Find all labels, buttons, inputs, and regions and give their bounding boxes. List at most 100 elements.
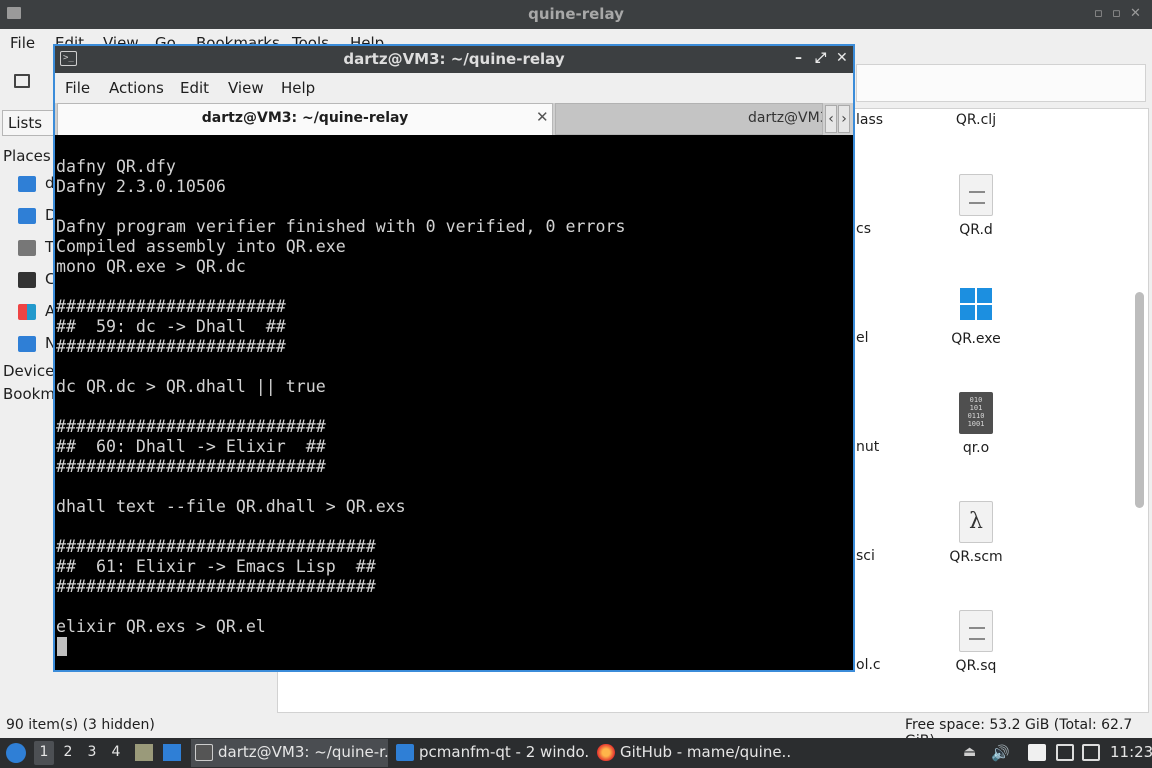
terminal-line: mono QR.exe > QR.dc (56, 257, 246, 276)
menu-help[interactable]: Help (281, 79, 315, 97)
tab-label: dartz@VM3: ~/quine-relay (201, 110, 409, 126)
file-view-scrollbar[interactable] (1135, 292, 1144, 508)
minimize-icon[interactable]: ▫ (1094, 6, 1103, 21)
maximize-icon[interactable]: ⤢ (815, 50, 826, 66)
bookmarks-header[interactable]: Bookm (3, 385, 55, 403)
home-folder-icon (18, 176, 36, 192)
path-bar[interactable] (856, 64, 1146, 102)
file-item[interactable]: 010 101 0110 1001 qr.o (928, 392, 1024, 456)
eject-icon[interactable]: ⏏ (963, 744, 981, 761)
terminal-line: ####################### (56, 337, 286, 356)
terminal-titlebar[interactable]: >_ dartz@VM3: ~/quine-relay – ⤢ ✕ (55, 46, 853, 73)
terminal-title: dartz@VM3: ~/quine-relay (343, 50, 565, 68)
clipboard-icon[interactable] (1028, 744, 1046, 761)
file-name: QR.clj (955, 112, 997, 128)
file-label-partial[interactable]: el (856, 330, 869, 346)
terminal-line: dhall text --file QR.dhall > QR.exs (56, 497, 406, 516)
file-label-partial[interactable]: nut (856, 439, 879, 455)
workspace-1[interactable]: 1 (34, 741, 54, 765)
file-item[interactable]: QR.clj (928, 112, 1024, 128)
file-name: QR.exe (951, 331, 1001, 347)
new-window-icon[interactable] (14, 74, 30, 88)
terminal-line: Dafny 2.3.0.10506 (56, 177, 226, 196)
text-file-icon (959, 174, 993, 216)
trash-icon (18, 240, 36, 256)
terminal-line: ################################ (56, 537, 376, 556)
menu-file[interactable]: File (10, 34, 35, 52)
start-menu-icon[interactable] (6, 743, 26, 763)
workspace-4[interactable]: 4 (106, 741, 126, 765)
workspace-3[interactable]: 3 (82, 741, 102, 765)
file-manager-title: quine-relay (528, 5, 624, 23)
task-label: dartz@VM3: ~/quine-r... (218, 743, 388, 761)
menu-file[interactable]: File (65, 79, 90, 97)
terminal-menubar: File Actions Edit View Help (55, 73, 853, 103)
menu-edit[interactable]: Edit (180, 79, 209, 97)
terminal-output[interactable]: dafny QR.dfy Dafny 2.3.0.10506 Dafny prog… (55, 137, 853, 670)
network-icon[interactable] (1056, 744, 1074, 761)
desktop-icon (18, 208, 36, 224)
terminal-line: dc QR.dc > QR.dhall || true (56, 377, 326, 396)
close-tab-icon[interactable]: ✕ (536, 108, 549, 126)
menu-actions[interactable]: Actions (109, 79, 164, 97)
terminal-line: ########################### (56, 417, 326, 436)
show-desktop-icon[interactable] (135, 744, 153, 761)
terminal-line: ## 61: Elixir -> Emacs Lisp ## (56, 557, 376, 576)
file-manager-launcher-icon[interactable] (163, 744, 181, 761)
task-terminal[interactable]: dartz@VM3: ~/quine-r... (191, 739, 388, 767)
applications-icon (18, 304, 36, 320)
volume-icon[interactable]: 🔊 (991, 744, 1010, 762)
file-label-partial[interactable]: ol.c (856, 657, 881, 673)
clock[interactable]: 11:23 (1110, 743, 1152, 761)
terminal-line: Compiled assembly into QR.exe (56, 237, 346, 256)
notification-icon[interactable] (1082, 744, 1100, 761)
file-item[interactable]: QR.d (928, 174, 1024, 238)
file-item[interactable]: QR.exe (928, 283, 1024, 347)
places-header[interactable]: Places (3, 147, 51, 165)
item-count: 90 item(s) (3 hidden) (6, 717, 155, 733)
text-file-icon (959, 610, 993, 652)
close-icon[interactable]: ✕ (836, 50, 848, 66)
file-item[interactable]: λ QR.scm (928, 501, 1024, 565)
terminal-window: >_ dartz@VM3: ~/quine-relay – ⤢ ✕ File A… (53, 44, 855, 672)
lambda-file-icon: λ (959, 501, 993, 543)
file-name: QR.d (959, 222, 993, 238)
tab-terminal-1[interactable]: dartz@VM3: ~/quine-relay ✕ (57, 103, 553, 135)
terminal-icon (195, 744, 213, 761)
maximize-icon[interactable]: ▫ (1112, 6, 1121, 21)
task-label: pcmanfm-qt - 2 windo... (419, 743, 590, 761)
taskbar: 1 2 3 4 dartz@VM3: ~/quine-r... pcmanfm-… (0, 738, 1152, 768)
terminal-line: ########################### (56, 457, 326, 476)
minimize-icon[interactable]: – (795, 50, 802, 66)
terminal-line: ## 60: Dhall -> Elixir ## (56, 437, 326, 456)
file-item[interactable]: QR.sq (928, 610, 1024, 674)
chevron-left-icon[interactable]: ‹ (825, 105, 837, 133)
workspace-2[interactable]: 2 (58, 741, 78, 765)
file-label-partial[interactable]: sci (856, 548, 875, 564)
file-label-partial[interactable]: lass (856, 112, 883, 128)
file-name: QR.sq (955, 658, 997, 674)
network-icon (18, 336, 36, 352)
computer-icon (18, 272, 36, 288)
firefox-icon (597, 744, 615, 761)
binary-file-icon: 010 101 0110 1001 (959, 392, 993, 434)
menu-view[interactable]: View (228, 79, 264, 97)
tab-terminal-2[interactable]: dartz@VM3: ~/quine-relay (555, 103, 823, 135)
close-icon[interactable]: ✕ (1130, 6, 1141, 21)
terminal-line: dafny QR.dfy (56, 157, 176, 176)
task-file-manager[interactable]: pcmanfm-qt - 2 windo... (392, 739, 590, 767)
task-firefox[interactable]: GitHub - mame/quine... (593, 739, 791, 767)
file-label-partial[interactable]: cs (856, 221, 871, 237)
task-label: GitHub - mame/quine... (620, 743, 791, 761)
chevron-right-icon[interactable]: › (838, 105, 850, 133)
file-name: QR.scm (949, 549, 1003, 565)
file-manager-titlebar[interactable]: quine-relay ▫ ▫ ✕ (0, 0, 1152, 29)
status-bar: 90 item(s) (3 hidden) Free space: 53.2 G… (0, 714, 1152, 749)
terminal-line: ## 59: dc -> Dhall ## (56, 317, 286, 336)
tab-label: dartz@VM3: ~/quine-relay (748, 110, 822, 126)
windows-exe-icon (959, 283, 993, 325)
